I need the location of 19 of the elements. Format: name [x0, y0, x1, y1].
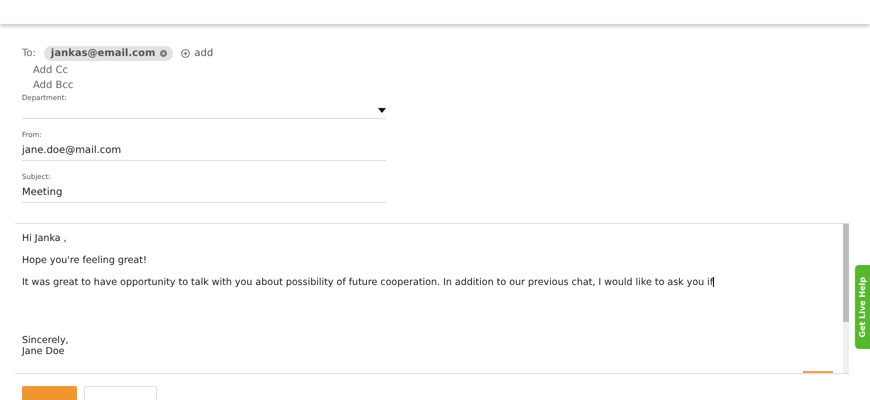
add-bcc-link[interactable]: Add Bcc	[33, 80, 386, 91]
signature-line: Jane Doe	[22, 346, 66, 357]
add-recipient-link[interactable]: add	[181, 48, 214, 59]
message-editor[interactable]	[15, 223, 849, 374]
message-paragraph: It was great to have opportunity to talk with you about possibility of future cooperation. In addition to our previous chat, I would like to ask you if	[22, 277, 716, 288]
scrollbar[interactable]	[843, 224, 849, 373]
subject-field[interactable]: Meeting	[22, 183, 386, 203]
from-field[interactable]: jane.doe@mail.com	[22, 141, 386, 161]
remove-icon[interactable]	[160, 50, 168, 57]
scrollbar-thumb[interactable]	[843, 224, 849, 322]
message-paragraph: Hi Janka ,	[22, 233, 68, 244]
signature-line: Sincerely,	[22, 335, 70, 346]
primary-button[interactable]	[22, 386, 77, 400]
add-cc-link[interactable]: Add Cc	[33, 65, 386, 76]
to-label: To:	[22, 48, 36, 59]
plus-circle-icon	[181, 49, 190, 58]
message-paragraph: Hope you're feeling great!	[22, 255, 148, 266]
dropdown-icon	[378, 108, 386, 112]
recipient-chip[interactable]: jankas@email.com	[44, 46, 174, 61]
